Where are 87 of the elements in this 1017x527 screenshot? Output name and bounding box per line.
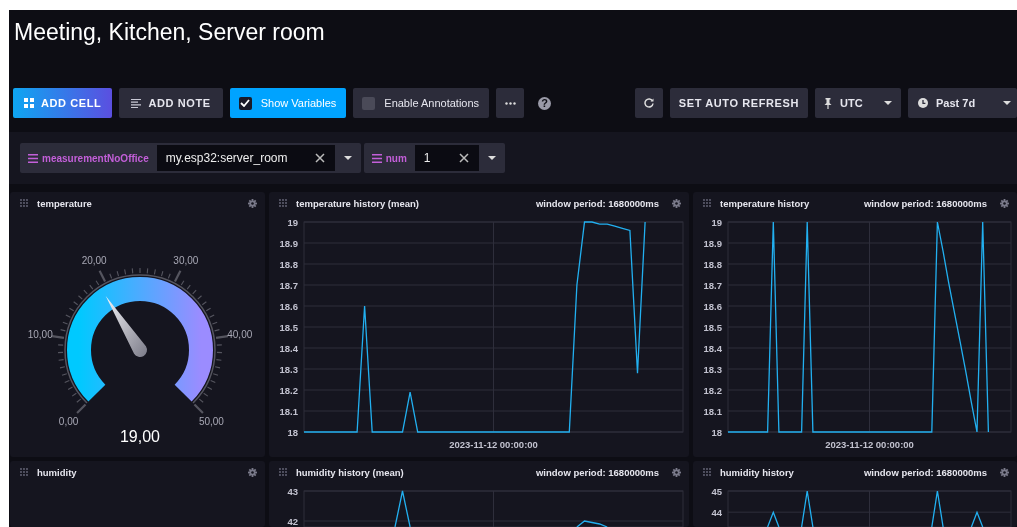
- drag-handle-icon[interactable]: [279, 468, 287, 476]
- dashboard-title: Meeting, Kitchen, Server room: [14, 19, 326, 45]
- gauge-label: 20,00: [81, 255, 107, 266]
- settings-icon[interactable]: [1000, 198, 1009, 208]
- pin-icon: [824, 97, 832, 109]
- caret-icon: [1003, 101, 1011, 105]
- gauge-label: 30,00: [173, 255, 199, 266]
- axis-label: 43: [287, 485, 298, 497]
- cell-title: temperature history (mean): [296, 197, 420, 209]
- clear-icon[interactable]: [458, 153, 469, 163]
- gauge-label: 50,00: [198, 416, 224, 428]
- variable-value-field[interactable]: 1: [414, 145, 479, 171]
- variable-value-field[interactable]: my.esp32:server_room: [156, 145, 335, 171]
- axis-label: 18.9: [279, 237, 298, 249]
- axis-label: 18.9: [703, 237, 722, 249]
- axis-label: 18.8: [703, 258, 722, 270]
- refresh-button[interactable]: [634, 88, 663, 118]
- window-period-label: window period: 1680000ms: [864, 197, 987, 209]
- checkbox[interactable]: [362, 96, 376, 110]
- menu-icon: [371, 153, 382, 163]
- drag-handle-icon[interactable]: [279, 199, 287, 207]
- axis-label: 18.4: [279, 342, 298, 354]
- axis-label: 18.1: [279, 405, 298, 417]
- drag-handle-icon[interactable]: [703, 199, 711, 207]
- clear-icon[interactable]: [314, 153, 325, 163]
- caret-icon: [884, 101, 892, 105]
- dots-icon: [504, 101, 516, 105]
- drag-handle-icon[interactable]: [20, 468, 28, 476]
- more-button[interactable]: [496, 88, 525, 118]
- axis-label: 19: [287, 216, 298, 228]
- variable-name: measurementNoOffice: [42, 152, 150, 164]
- axis-label: 18.5: [703, 321, 722, 333]
- grid-icon: [24, 98, 34, 108]
- axis-label: 18.3: [279, 363, 298, 375]
- window-period-label: window period: 1680000ms: [536, 197, 659, 209]
- window-period-label: window period: 1680000ms: [864, 466, 987, 478]
- settings-icon[interactable]: [672, 467, 681, 477]
- axis-label: 45: [711, 485, 722, 497]
- axis-label: 18.6: [279, 300, 298, 312]
- settings-icon[interactable]: [672, 198, 681, 208]
- axis-label: 18.6: [703, 300, 722, 312]
- axis-label: 18.7: [279, 279, 298, 291]
- axis-label: 18.1: [703, 405, 722, 417]
- settings-icon[interactable]: [248, 198, 257, 208]
- gauge-label: 0,00: [58, 416, 79, 428]
- axis-label: 18.5: [279, 321, 298, 333]
- axis-label: 18: [287, 426, 298, 438]
- settings-icon[interactable]: [1000, 467, 1009, 477]
- axis-label: 18.3: [703, 363, 722, 375]
- lines-icon: [131, 98, 142, 108]
- axis-label: 18.8: [279, 258, 298, 270]
- gauge-value: 19,00: [120, 428, 160, 445]
- axis-label: 2023-11-12 00:00:00: [825, 439, 914, 450]
- cell-title: humidity history (mean): [296, 466, 405, 478]
- caret-icon: [343, 156, 352, 160]
- drag-handle-icon[interactable]: [20, 199, 28, 207]
- axis-label: 18.7: [703, 279, 722, 291]
- gauge-label: 10,00: [27, 329, 53, 341]
- cell-title: humidity history: [720, 466, 795, 478]
- auto-refresh-button[interactable]: SET AUTO REFRESH: [669, 88, 808, 118]
- cell-title: humidity: [37, 466, 78, 478]
- caret-icon: [487, 156, 496, 160]
- window-period-label: window period: 1680000ms: [536, 466, 659, 478]
- axis-label: 2023-11-12 00:00:00: [449, 439, 538, 450]
- add-note-button[interactable]: ADD NOTE: [119, 88, 223, 118]
- axis-label: 19: [711, 216, 722, 228]
- axis-label: 18: [711, 426, 722, 438]
- refresh-icon: [643, 98, 654, 108]
- settings-icon[interactable]: [248, 467, 257, 477]
- axis-label: 42: [287, 515, 298, 527]
- axis-label: 18.2: [279, 384, 298, 396]
- time-range-dropdown[interactable]: Past 7d: [908, 88, 1017, 118]
- drag-handle-icon[interactable]: [703, 468, 711, 476]
- cell-title: temperature: [37, 197, 93, 209]
- axis-label: 18.4: [703, 342, 722, 354]
- menu-icon: [28, 153, 38, 163]
- clock-icon: [918, 98, 928, 108]
- help-icon[interactable]: ?: [538, 96, 552, 110]
- toggle-button[interactable]: Enable Annotations: [353, 88, 490, 118]
- add-cell-button[interactable]: ADD CELL: [13, 88, 113, 118]
- variable-name: num: [385, 152, 408, 164]
- cell-title: temperature history: [720, 197, 811, 209]
- timezone-dropdown[interactable]: UTC: [815, 88, 901, 118]
- gauge-label: 40,00: [227, 329, 253, 341]
- axis-label: 44: [711, 506, 722, 518]
- axis-label: 18.2: [703, 384, 722, 396]
- checkbox[interactable]: [238, 96, 252, 110]
